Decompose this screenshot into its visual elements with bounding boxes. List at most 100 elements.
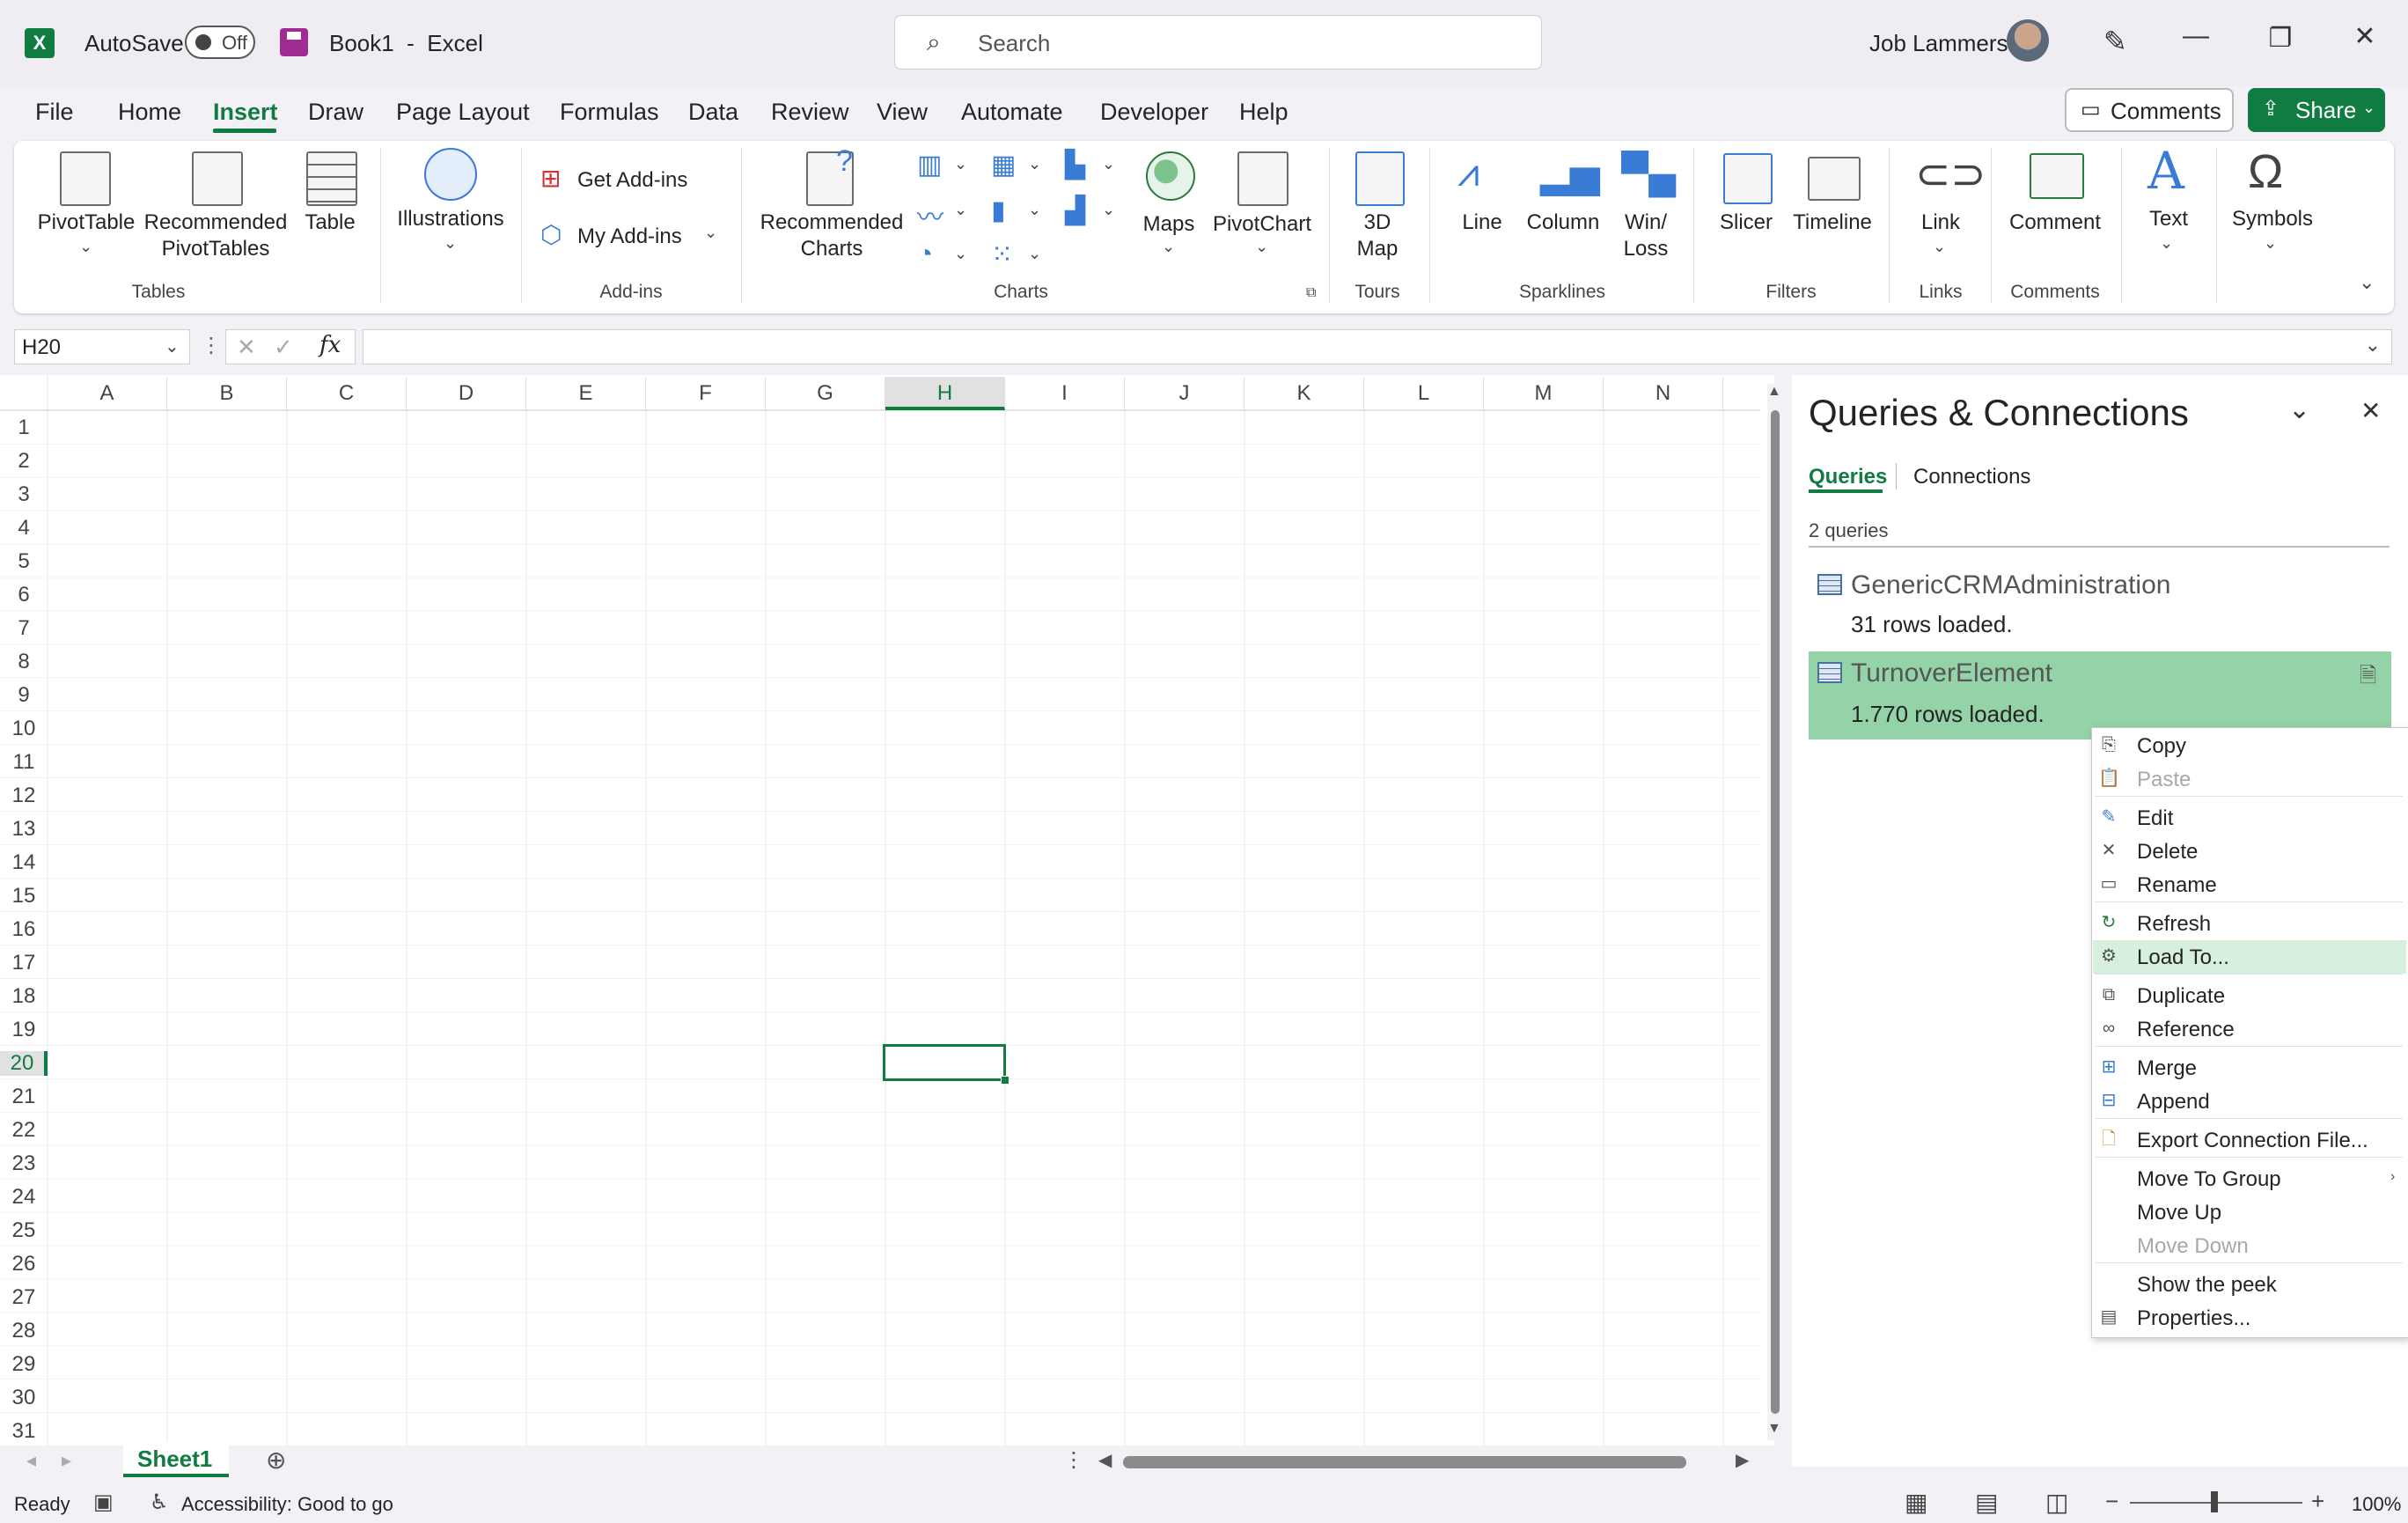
row-header[interactable]: 4 [0,516,48,541]
statistic-chart-icon[interactable]: ▮ [991,195,1006,226]
row-header[interactable]: 26 [0,1252,48,1277]
timeline-button[interactable]: Timeline [1787,210,1878,236]
recommended-pivottables-button[interactable]: Recommended PivotTables [141,210,290,262]
dialog-launcher-icon[interactable]: ⧉ [1306,285,1316,301]
enter-icon[interactable]: ✓ [274,334,293,361]
scroll-down-icon[interactable]: ▼ [1767,1421,1781,1437]
row-header[interactable]: 21 [0,1085,48,1109]
column-header[interactable]: I [1005,377,1125,410]
waterfall-chart-icon[interactable]: ▙ [1065,150,1085,180]
tab-review[interactable]: Review [771,99,849,126]
symbols-button[interactable]: Symbols [2227,206,2318,232]
designer-pen-icon[interactable]: ✎ [2103,25,2127,58]
menu-item-append[interactable]: Append [2137,1090,2210,1115]
tab-data[interactable]: Data [688,99,738,126]
tab-help[interactable]: Help [1239,99,1288,126]
scroll-thumb[interactable] [1771,410,1780,1414]
tab-file[interactable]: File [35,99,74,126]
tab-page-layout[interactable]: Page Layout [396,99,530,126]
combo-chart-icon[interactable]: ▟ [1065,195,1085,226]
row-header[interactable]: 9 [0,683,48,708]
maps-button[interactable]: Maps [1135,211,1202,238]
menu-item-show-the-peek[interactable]: Show the peek [2137,1273,2277,1298]
row-header[interactable]: 19 [0,1018,48,1042]
3d-map-button[interactable]: 3D Map [1338,210,1417,262]
add-sheet-icon[interactable]: ⊕ [266,1446,286,1475]
row-header[interactable]: 17 [0,951,48,975]
link-button[interactable]: Link [1910,210,1971,236]
menu-item-duplicate[interactable]: Duplicate [2137,984,2225,1009]
zoom-out-icon[interactable]: − [2105,1488,2118,1515]
tab-draw[interactable]: Draw [308,99,363,126]
pivottable-button[interactable]: PivotTable [35,210,137,236]
row-header[interactable]: 29 [0,1352,48,1377]
column-header[interactable]: G [766,377,885,410]
close-pane-icon[interactable]: ✕ [2360,396,2381,425]
slicer-button[interactable]: Slicer [1714,210,1778,236]
pivotchart-button[interactable]: PivotChart [1211,211,1313,238]
menu-item-move-to-group[interactable]: Move To Group [2137,1167,2281,1192]
row-header[interactable]: 23 [0,1151,48,1176]
sparkline-line-button[interactable]: Line [1447,210,1517,236]
more-options-icon[interactable]: ⋮ [201,333,222,358]
query-item[interactable]: GenericCRMAdministration 31 rows loaded. [1809,563,2391,648]
column-header[interactable]: N [1604,377,1723,410]
sheet-tab-active[interactable]: Sheet1 [123,1442,229,1477]
save-icon[interactable] [280,28,308,56]
name-box[interactable]: H20 ⌄ [14,329,190,364]
column-header[interactable]: J [1125,377,1244,410]
selected-cell[interactable] [883,1044,1006,1081]
row-header[interactable]: 15 [0,884,48,909]
row-header[interactable]: 22 [0,1118,48,1143]
prev-sheet-icon[interactable]: ◂ [26,1449,36,1472]
column-header[interactable]: C [287,377,407,410]
ribbon-collapse-icon[interactable]: ⌄ [2359,271,2375,294]
zoom-slider-thumb[interactable] [2211,1491,2218,1512]
pane-options-chevron-icon[interactable]: ⌄ [2288,394,2310,425]
vertical-scrollbar[interactable]: ▲ ▼ [1767,384,1783,1440]
worksheet-grid[interactable] [0,375,1774,1446]
horizontal-scroll-thumb[interactable] [1123,1456,1686,1468]
tab-automate[interactable]: Automate [961,99,1063,126]
sparkline-column-button[interactable]: Column [1524,210,1602,236]
normal-view-icon[interactable]: ▦ [1905,1488,1927,1517]
refresh-query-icon[interactable]: 🗎 [2360,660,2376,696]
close-icon[interactable]: ✕ [2343,21,2387,52]
share-button[interactable]: ⇪ Share ⌄ [2248,88,2385,132]
menu-item-delete[interactable]: Delete [2137,840,2198,865]
row-header[interactable]: 5 [0,549,48,574]
table-button[interactable]: Table [299,210,361,236]
pie-chart-icon[interactable]: ◔ [917,239,933,269]
row-header[interactable]: 1 [0,416,48,440]
my-addins-button[interactable]: My Add-ins [577,224,682,250]
row-header[interactable]: 12 [0,784,48,808]
tab-queries[interactable]: Queries [1809,465,1887,489]
row-header[interactable]: 16 [0,917,48,942]
row-header[interactable]: 31 [0,1419,48,1444]
expand-formula-icon[interactable]: ⌄ [2365,334,2381,357]
row-header[interactable]: 11 [0,750,48,775]
column-header[interactable]: B [167,377,287,410]
fill-handle[interactable] [1001,1076,1009,1085]
autosave-toggle[interactable]: Off [185,26,255,59]
row-header[interactable]: 27 [0,1285,48,1310]
column-header[interactable]: L [1364,377,1484,410]
hierarchy-chart-icon[interactable]: ▦ [991,150,1016,180]
menu-item-reference[interactable]: Reference [2137,1018,2235,1042]
row-header[interactable]: 28 [0,1319,48,1343]
splitter-icon[interactable]: ⋮ [1063,1447,1084,1473]
menu-item-move-up[interactable]: Move Up [2137,1201,2221,1225]
tab-insert[interactable]: Insert [213,99,278,126]
scroll-up-icon[interactable]: ▲ [1767,384,1781,400]
row-header[interactable]: 3 [0,482,48,507]
tab-formulas[interactable]: Formulas [560,99,659,126]
menu-item-properties[interactable]: Properties... [2137,1306,2250,1331]
menu-item-load-to[interactable]: Load To... [2137,945,2229,970]
row-header[interactable]: 18 [0,984,48,1009]
comment-button[interactable]: Comment [2003,210,2107,236]
next-sheet-icon[interactable]: ▸ [62,1449,71,1472]
row-header[interactable]: 8 [0,650,48,674]
comments-button[interactable]: ▭ Comments [2065,88,2234,132]
query-item-selected[interactable]: TurnoverElement 1.770 rows loaded. 🗎 [1809,651,2391,739]
scroll-left-icon[interactable]: ◀ [1098,1449,1112,1471]
